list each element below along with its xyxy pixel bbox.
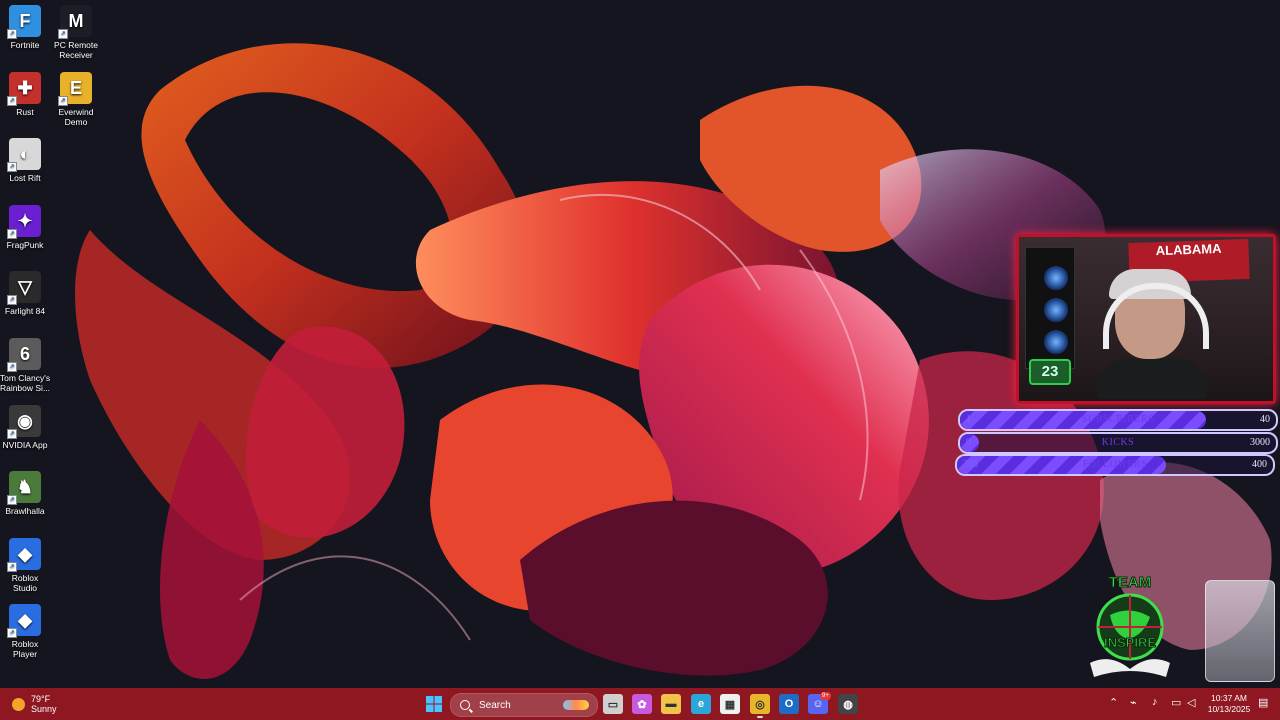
desktop-shortcut-label: Rust	[16, 106, 34, 117]
brawlhalla-icon: ♞ ↗	[7, 471, 41, 506]
nvidia-app-icon: ◉ ↗	[7, 404, 41, 439]
microphone-icon[interactable]: ♪	[1152, 696, 1158, 708]
team-logo-top-text: TEAM	[1109, 574, 1152, 591]
desktop-shortcut-label: Tom Clancy's Rainbow Si...	[0, 373, 51, 393]
search-label: Search	[479, 699, 511, 711]
goal-label: FOLLOWERS	[1082, 459, 1148, 470]
shortcut-arrow-icon: ↗	[7, 228, 17, 239]
discord-notification-badge: 9+	[820, 692, 831, 700]
shortcut-arrow-icon: ↗	[58, 96, 68, 106]
copilot-icon[interactable]: ✿	[632, 694, 652, 714]
desktop-shortcut-fragpunk[interactable]: ✦ ↗ FragPunk	[0, 204, 51, 250]
webcam-overlay: ALABAMA 23	[1016, 234, 1276, 404]
desktop-shortcut-label: Brawlhalla	[5, 506, 45, 517]
desktop-shortcut-label: Lost Rift	[9, 173, 41, 184]
volume-icon[interactable]: ◁	[1187, 696, 1195, 709]
display-icon[interactable]: ▭	[1171, 696, 1181, 709]
taskbar-search[interactable]: Search	[450, 693, 598, 717]
outlook-icon[interactable]: O	[779, 694, 799, 714]
shortcut-arrow-icon: ↗	[7, 29, 17, 39]
shortcut-arrow-icon: ↗	[7, 95, 17, 106]
desktop-shortcut-everwind-demo[interactable]: E ↗ Everwind Demo	[50, 72, 102, 127]
system-clock[interactable]: 10:37 AM 10/13/2025	[1204, 693, 1254, 715]
pc-case	[1025, 247, 1075, 369]
shortcut-arrow-icon: ↗	[7, 362, 17, 372]
webcam-counter-badge: 23	[1029, 359, 1071, 385]
desktop-shortcut-roblox-studio[interactable]: ◆ ↗ Roblox Studio	[0, 537, 51, 593]
task-view-icon[interactable]: ▭	[603, 694, 623, 714]
fortnite-icon: F ↗	[7, 5, 41, 39]
weather-condition: Sunny	[31, 704, 57, 714]
desktop-shortcut-label: Farlight 84	[4, 306, 46, 317]
clock-date: 10/13/2025	[1207, 704, 1251, 714]
shortcut-arrow-icon: ↗	[58, 29, 68, 39]
weather-temp: 79°F	[31, 694, 51, 704]
desktop-shortcut-nvidia-app[interactable]: ◉ ↗ NVIDIA App	[0, 404, 51, 450]
streamer-image	[1097, 267, 1209, 399]
network-icon[interactable]: ⌁	[1130, 696, 1137, 709]
roblox-studio-icon: ◆ ↗	[7, 537, 41, 572]
notifications-icon[interactable]: ▤	[1258, 696, 1268, 709]
glass-widget	[1205, 580, 1275, 682]
windows-icon	[426, 696, 442, 712]
desktop-shortcut-lost-rift[interactable]: ◐ ↗ Lost Rift	[0, 138, 51, 183]
everwind-demo-icon: E ↗	[58, 72, 92, 106]
desktop-shortcut-pc-remote-receiver[interactable]: M ↗ PC Remote Receiver	[50, 5, 102, 60]
chrome-icon[interactable]: ◎	[750, 694, 770, 714]
shortcut-arrow-icon: ↗	[7, 428, 17, 439]
chrome-active-indicator	[757, 716, 763, 718]
desktop-shortcut-label: Roblox Studio	[11, 572, 39, 593]
shortcut-arrow-icon: ↗	[7, 295, 17, 306]
desktop-shortcut-label: PC Remote Receiver	[54, 40, 98, 60]
lost-rift-icon: ◐ ↗	[7, 138, 41, 173]
goal-label: KICKS	[1101, 436, 1135, 448]
shortcut-arrow-icon: ↗	[7, 561, 17, 572]
chevron-up-icon[interactable]: ⌃	[1109, 696, 1118, 709]
roblox-player-icon: ◆ ↗	[7, 604, 41, 639]
farlight-84-icon: ▽ ↗	[7, 271, 41, 306]
goal-label: SUBSCRIBERS	[1081, 414, 1155, 425]
team-inspire-logo: TEAM INSPIRE	[1090, 574, 1170, 677]
desktop-shortcut-roblox-player[interactable]: ◆ ↗ Roblox Player	[0, 604, 51, 659]
shortcut-arrow-icon: ↗	[7, 628, 17, 639]
taskbar: 79°F Sunny Search ▭ ✿ ▬ e ▦ ◎ O ☺ ◍ 9+ ⌃ ⌁ ♪ ▭ ◁…	[0, 688, 1280, 720]
desktop-shortcut-rainbow-six[interactable]: 6 ↗ Tom Clancy's Rainbow Si...	[0, 338, 51, 393]
desktop-shortcut-brawlhalla[interactable]: ♞ ↗ Brawlhalla	[0, 471, 51, 516]
goal-target-value: 400	[1252, 459, 1267, 470]
shortcut-arrow-icon: ↗	[7, 495, 17, 506]
sun-icon	[12, 697, 25, 711]
goal-bar-kicks: 0 KICKS 3000	[958, 431, 1278, 454]
desktop-shortcut-fortnite[interactable]: F ↗ Fortnite	[0, 5, 51, 50]
desktop-shortcut-label: NVIDIA App	[2, 439, 48, 450]
weather-widget[interactable]: 79°F Sunny	[12, 694, 57, 714]
rust-icon: ✚ ↗	[7, 71, 41, 106]
edge-icon[interactable]: e	[691, 694, 711, 714]
start-button[interactable]	[424, 694, 444, 714]
file-explorer-icon[interactable]: ▬	[661, 694, 681, 714]
pc-remote-receiver-icon: M ↗	[58, 5, 92, 39]
desktop-shortcut-label: Roblox Player	[11, 639, 39, 660]
search-icon	[460, 700, 470, 710]
team-logo-bottom-text: INSPIRE	[1104, 635, 1156, 650]
search-highlight-art	[563, 700, 589, 710]
desktop-shortcut-label: FragPunk	[6, 239, 44, 250]
desktop-shortcut-farlight-84[interactable]: ▽ ↗ Farlight 84	[0, 271, 51, 316]
desktop-shortcut-rust[interactable]: ✚ ↗ Rust	[0, 71, 51, 117]
desktop-shortcut-label: Fortnite	[10, 40, 40, 50]
microsoft-store-icon[interactable]: ▦	[720, 694, 740, 714]
obs-icon[interactable]: ◍	[838, 694, 858, 714]
goal-bar-subscribers: 1 SUBSCRIBERS 40	[958, 409, 1278, 431]
clock-time: 10:37 AM	[1211, 693, 1247, 703]
goal-bar-followers: 366 FOLLOWERS 400	[955, 454, 1275, 476]
rainbow-six-icon: 6 ↗	[7, 338, 41, 372]
shortcut-arrow-icon: ↗	[7, 162, 17, 173]
fragpunk-icon: ✦ ↗	[7, 204, 41, 239]
goal-target-value: 40	[1260, 414, 1270, 425]
desktop-shortcut-label: Everwind Demo	[58, 107, 94, 127]
goal-target-value: 3000	[1250, 436, 1270, 448]
